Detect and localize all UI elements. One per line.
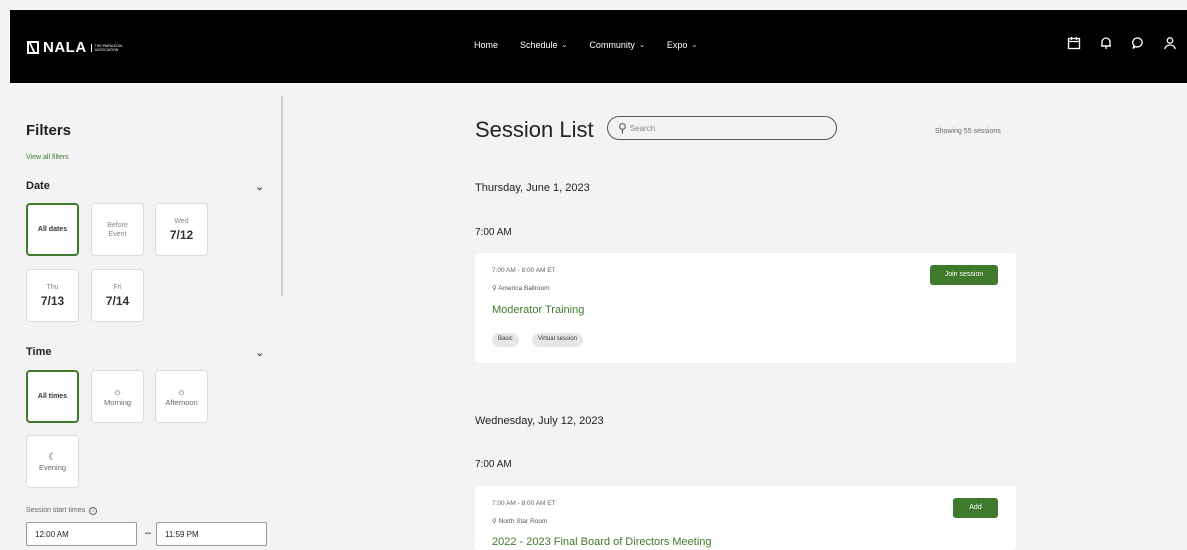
search-input[interactable]: ⚲ Search <box>607 116 837 140</box>
time-option-afternoon[interactable]: ☼ Afternoon <box>155 370 208 423</box>
weekday-label: Wed <box>174 218 189 225</box>
nav-schedule[interactable]: Schedule ⌄ <box>520 40 567 50</box>
session-tag[interactable]: Basic <box>492 333 519 347</box>
before-label: Before <box>107 221 128 229</box>
nav-community-label: Community <box>589 40 635 50</box>
header-icon-group <box>1067 36 1187 55</box>
brand-tagline: THE PARALEGAL ASSOCIATION <box>90 43 127 52</box>
nav-home[interactable]: Home <box>474 40 498 50</box>
time-slot-heading: 7:00 AM <box>475 459 512 470</box>
date-option-before-event[interactable]: Before Event <box>91 203 144 256</box>
join-session-button[interactable]: Join session <box>930 265 998 285</box>
search-placeholder: Search <box>629 123 656 133</box>
date-option-all-label: All dates <box>37 226 68 233</box>
session-room: ⚲ North Star Room <box>492 517 547 525</box>
nav-expo-label: Expo <box>666 40 688 50</box>
morning-label: Morning <box>103 397 132 407</box>
main-nav: Home Schedule ⌄ Community ⌄ Expo ⌄ <box>474 40 697 50</box>
session-room-label: North Star Room <box>498 518 548 525</box>
chevron-down-icon: ⌄ <box>561 42 568 49</box>
bell-icon[interactable] <box>1099 36 1113 55</box>
nav-schedule-label: Schedule <box>520 40 558 50</box>
date-option-thu[interactable]: Thu 7/13 <box>26 269 79 322</box>
date-label: 7/12 <box>169 228 194 242</box>
location-pin-icon: ⚲ <box>492 285 497 292</box>
session-room: ⚲ America Ballroom <box>492 284 550 292</box>
session-time: 7:00 AM - 8:00 AM ET <box>492 267 556 274</box>
chevron-down-icon: ⌄ <box>691 42 698 49</box>
chevron-down-icon[interactable]: ⌄ <box>255 346 264 359</box>
time-option-morning[interactable]: ☼ Morning <box>91 370 144 423</box>
user-icon[interactable] <box>1163 36 1177 55</box>
session-card[interactable]: 7:00 AM - 8:00 AM ET ⚲ America Ballroom … <box>475 253 1016 363</box>
time-slot-heading: 7:00 AM <box>475 227 512 238</box>
filters-title: Filters <box>26 122 72 139</box>
evening-label: Evening <box>38 462 67 472</box>
start-time-to-input[interactable]: 11:59 PM <box>156 522 267 546</box>
session-time: 7:00 AM - 8:00 AM ET <box>492 500 556 507</box>
moon-icon: ☾ <box>48 451 57 463</box>
brand-name: NALA <box>43 39 87 56</box>
time-option-all[interactable]: All times <box>26 370 79 423</box>
chevron-down-icon: ⌄ <box>638 42 645 49</box>
date-label: 7/14 <box>105 294 130 308</box>
date-option-fri[interactable]: Fri 7/14 <box>91 269 144 322</box>
time-option-all-label: All times <box>37 393 68 400</box>
location-pin-icon: ⚲ <box>492 518 497 525</box>
session-room-label: America Ballroom <box>498 285 550 292</box>
session-title[interactable]: Moderator Training <box>492 304 584 316</box>
session-card[interactable]: 7:00 AM - 8:00 AM ET ⚲ North Star Room 2… <box>475 486 1016 550</box>
time-range-separator: – <box>145 527 152 539</box>
day-heading: Thursday, June 1, 2023 <box>475 182 590 194</box>
afternoon-label: Afternoon <box>165 397 198 407</box>
time-section-title: Time <box>26 346 52 358</box>
info-icon[interactable]: i <box>89 507 98 515</box>
date-option-wed[interactable]: Wed 7/12 <box>155 203 208 256</box>
sidebar-scrollbar[interactable] <box>281 96 283 296</box>
page-title: Session List <box>475 117 594 142</box>
session-tag[interactable]: Virtual session <box>532 333 583 347</box>
nav-home-label: Home <box>474 40 499 50</box>
nala-logo-mark <box>27 41 39 54</box>
search-icon: ⚲ <box>618 121 627 135</box>
add-session-button[interactable]: Add <box>953 498 998 518</box>
date-option-all[interactable]: All dates <box>26 203 79 256</box>
session-count: Showing 55 sessions <box>935 128 1001 135</box>
date-section-title: Date <box>26 180 50 192</box>
weekday-label: Thu <box>46 284 59 291</box>
start-time-from-input[interactable]: 12:00 AM <box>26 522 137 546</box>
event-label: Event <box>108 230 127 238</box>
top-navigation-bar: NALA THE PARALEGAL ASSOCIATION Home Sche… <box>10 10 1187 83</box>
calendar-icon[interactable] <box>1067 36 1081 55</box>
chat-icon[interactable] <box>1131 36 1145 55</box>
nala-logo[interactable]: NALA THE PARALEGAL ASSOCIATION <box>27 39 127 56</box>
weekday-label: Fri <box>113 284 122 291</box>
session-start-times-text: Session start times <box>26 507 86 514</box>
nav-community[interactable]: Community ⌄ <box>589 40 644 50</box>
chevron-down-icon[interactable]: ⌄ <box>255 180 264 193</box>
day-heading: Wednesday, July 12, 2023 <box>475 415 604 427</box>
time-option-evening[interactable]: ☾ Evening <box>26 435 79 488</box>
nav-expo[interactable]: Expo ⌄ <box>667 40 697 50</box>
sun-icon: ☼ <box>176 386 187 398</box>
session-title[interactable]: 2022 - 2023 Final Board of Directors Mee… <box>492 536 712 548</box>
session-start-times-label: Session start times i <box>26 507 98 515</box>
sunrise-icon: ☼ <box>112 386 123 398</box>
date-label: 7/13 <box>40 294 65 308</box>
view-all-filters-link[interactable]: View all filters <box>26 154 69 161</box>
